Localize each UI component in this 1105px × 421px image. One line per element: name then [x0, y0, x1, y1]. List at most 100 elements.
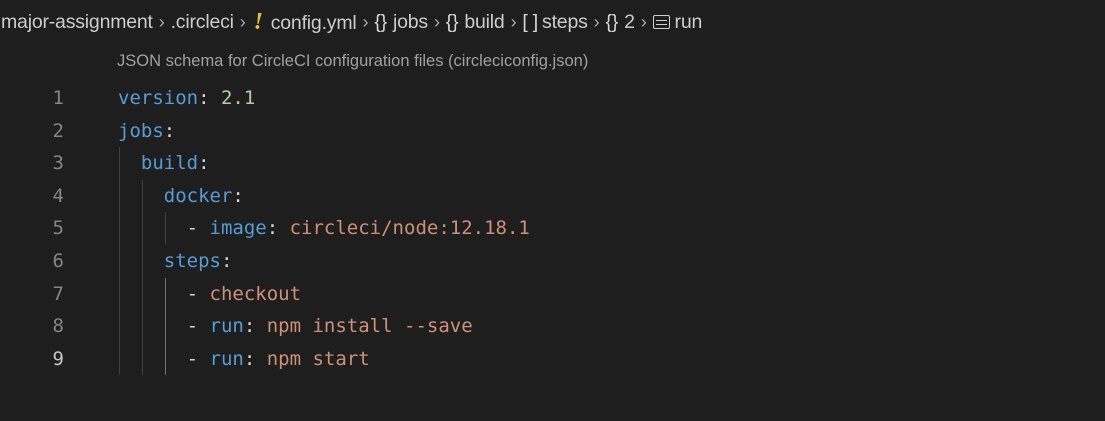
- code-line[interactable]: 1 version: 2.1: [0, 82, 1105, 114]
- code-text[interactable]: - run: npm start: [118, 343, 370, 375]
- breadcrumb: major-assignment › .circleci ›! config.yml ›{…: [0, 0, 1105, 44]
- breadcrumb-item-build[interactable]: {} build: [446, 11, 505, 34]
- code-text[interactable]: docker:: [118, 180, 244, 212]
- code-token: :: [163, 119, 176, 142]
- code-token: :: [243, 347, 267, 370]
- breadcrumb-item-steps[interactable]: [ ] steps: [522, 11, 587, 34]
- code-text[interactable]: jobs:: [118, 115, 175, 147]
- breadcrumb-label: .circleci: [170, 10, 234, 33]
- string-icon: [652, 14, 670, 29]
- code-token: :: [198, 152, 210, 175]
- code-text[interactable]: - image: circleci/node:12.18.1: [118, 212, 530, 244]
- code-token: -: [118, 347, 210, 370]
- indent-guide: [119, 212, 120, 245]
- code-token: :: [198, 87, 221, 109]
- breadcrumb-item-circleci[interactable]: .circleci: [171, 11, 234, 34]
- code-token: checkout: [209, 282, 302, 305]
- indent-guide: [164, 342, 166, 376]
- indent-guide: [119, 147, 120, 180]
- code-token: :: [220, 250, 233, 272]
- code-token: :: [266, 217, 290, 240]
- object-icon: {}: [374, 10, 387, 33]
- schema-hint[interactable]: JSON schema for CircleCI configuration f…: [117, 52, 588, 71]
- breadcrumb-label: run: [674, 10, 703, 33]
- indent-guide: [119, 245, 120, 278]
- code-token: run: [209, 347, 244, 370]
- breadcrumb-item-2[interactable]: {} 2: [605, 11, 634, 34]
- breadcrumb-label: steps: [542, 10, 588, 33]
- indent-guide: [141, 342, 143, 376]
- code-text[interactable]: - checkout: [118, 278, 301, 310]
- breadcrumb-item-run[interactable]: run: [652, 10, 703, 34]
- line-number: 1: [52, 87, 64, 109]
- indent-guide: [141, 245, 143, 278]
- code-token: build: [140, 152, 199, 175]
- indent-guide: [164, 310, 166, 343]
- breadcrumb-item-jobs[interactable]: {} jobs: [374, 11, 428, 34]
- indent-guide: [119, 277, 120, 311]
- code-token: jobs: [118, 119, 164, 142]
- indent-guide: [119, 310, 120, 343]
- line-number: 6: [52, 250, 64, 272]
- breadcrumb-label: major-assignment: [1, 10, 153, 33]
- breadcrumb-item-major-assignment[interactable]: major-assignment: [1, 11, 153, 34]
- code-token: version: [118, 87, 199, 109]
- indent-guide: [141, 277, 143, 311]
- breadcrumb-separator-icon: ›: [593, 11, 600, 32]
- line-number: 8: [52, 315, 64, 338]
- breadcrumb-label: jobs: [392, 10, 428, 33]
- code-token: npm start: [266, 347, 370, 370]
- code-line[interactable]: 6 steps:: [0, 245, 1105, 277]
- breadcrumb-separator-icon: ›: [433, 11, 440, 32]
- breadcrumb-separator-icon: ›: [158, 11, 165, 32]
- code-line[interactable]: 2 jobs:: [0, 115, 1105, 147]
- indent-guide: [141, 212, 143, 245]
- code-token: docker: [163, 184, 233, 207]
- code-token: steps: [163, 250, 221, 272]
- object-icon: {}: [445, 10, 459, 33]
- breadcrumb-separator-icon: ›: [640, 11, 647, 32]
- breadcrumb-label: build: [464, 10, 505, 33]
- yaml-file-icon: !: [253, 8, 263, 35]
- code-editor[interactable]: major-assignment › .circleci ›! config.yml ›{…: [0, 0, 1105, 421]
- line-number: 7: [52, 282, 64, 305]
- indent-guide: [119, 179, 120, 213]
- indent-guide: [141, 310, 143, 343]
- code-line[interactable]: 3 build:: [0, 147, 1105, 179]
- code-token: circleci/node:12.18.1: [289, 217, 530, 240]
- code-token: run: [209, 315, 244, 338]
- code-text[interactable]: version: 2.1: [118, 82, 255, 114]
- breadcrumb-label: 2: [624, 10, 635, 33]
- breadcrumb-separator-icon: ›: [239, 11, 246, 32]
- line-number: 9: [52, 347, 64, 370]
- code-token: :: [232, 184, 244, 207]
- breadcrumb-separator-icon: ›: [510, 11, 517, 32]
- breadcrumb-label: config.yml: [270, 11, 357, 34]
- line-number: 5: [52, 217, 64, 240]
- indent-guide: [119, 342, 120, 376]
- code-line[interactable]: 4 docker:: [0, 180, 1105, 212]
- breadcrumb-item-config-yml[interactable]: ! config.yml: [252, 9, 357, 36]
- code-token: -: [118, 217, 210, 240]
- code-text[interactable]: steps:: [118, 245, 233, 277]
- code-text[interactable]: - run: npm install --save: [118, 310, 473, 342]
- indent-guide: [164, 277, 166, 311]
- code-text[interactable]: build:: [118, 147, 210, 179]
- breadcrumb-separator-icon: ›: [362, 11, 369, 32]
- line-number: 2: [52, 119, 64, 142]
- indent-guide: [164, 212, 166, 245]
- indent-guide: [141, 179, 143, 213]
- code-token: -: [118, 282, 210, 305]
- code-token: 2.1: [220, 87, 256, 109]
- object-icon: {}: [605, 10, 619, 33]
- line-number: 3: [52, 152, 64, 175]
- array-icon: [ ]: [522, 10, 539, 33]
- code-token: :: [243, 315, 267, 338]
- code-token: image: [209, 217, 267, 240]
- code-token: -: [118, 315, 210, 338]
- code-token: npm install --save: [266, 315, 473, 338]
- line-number: 4: [52, 184, 64, 207]
